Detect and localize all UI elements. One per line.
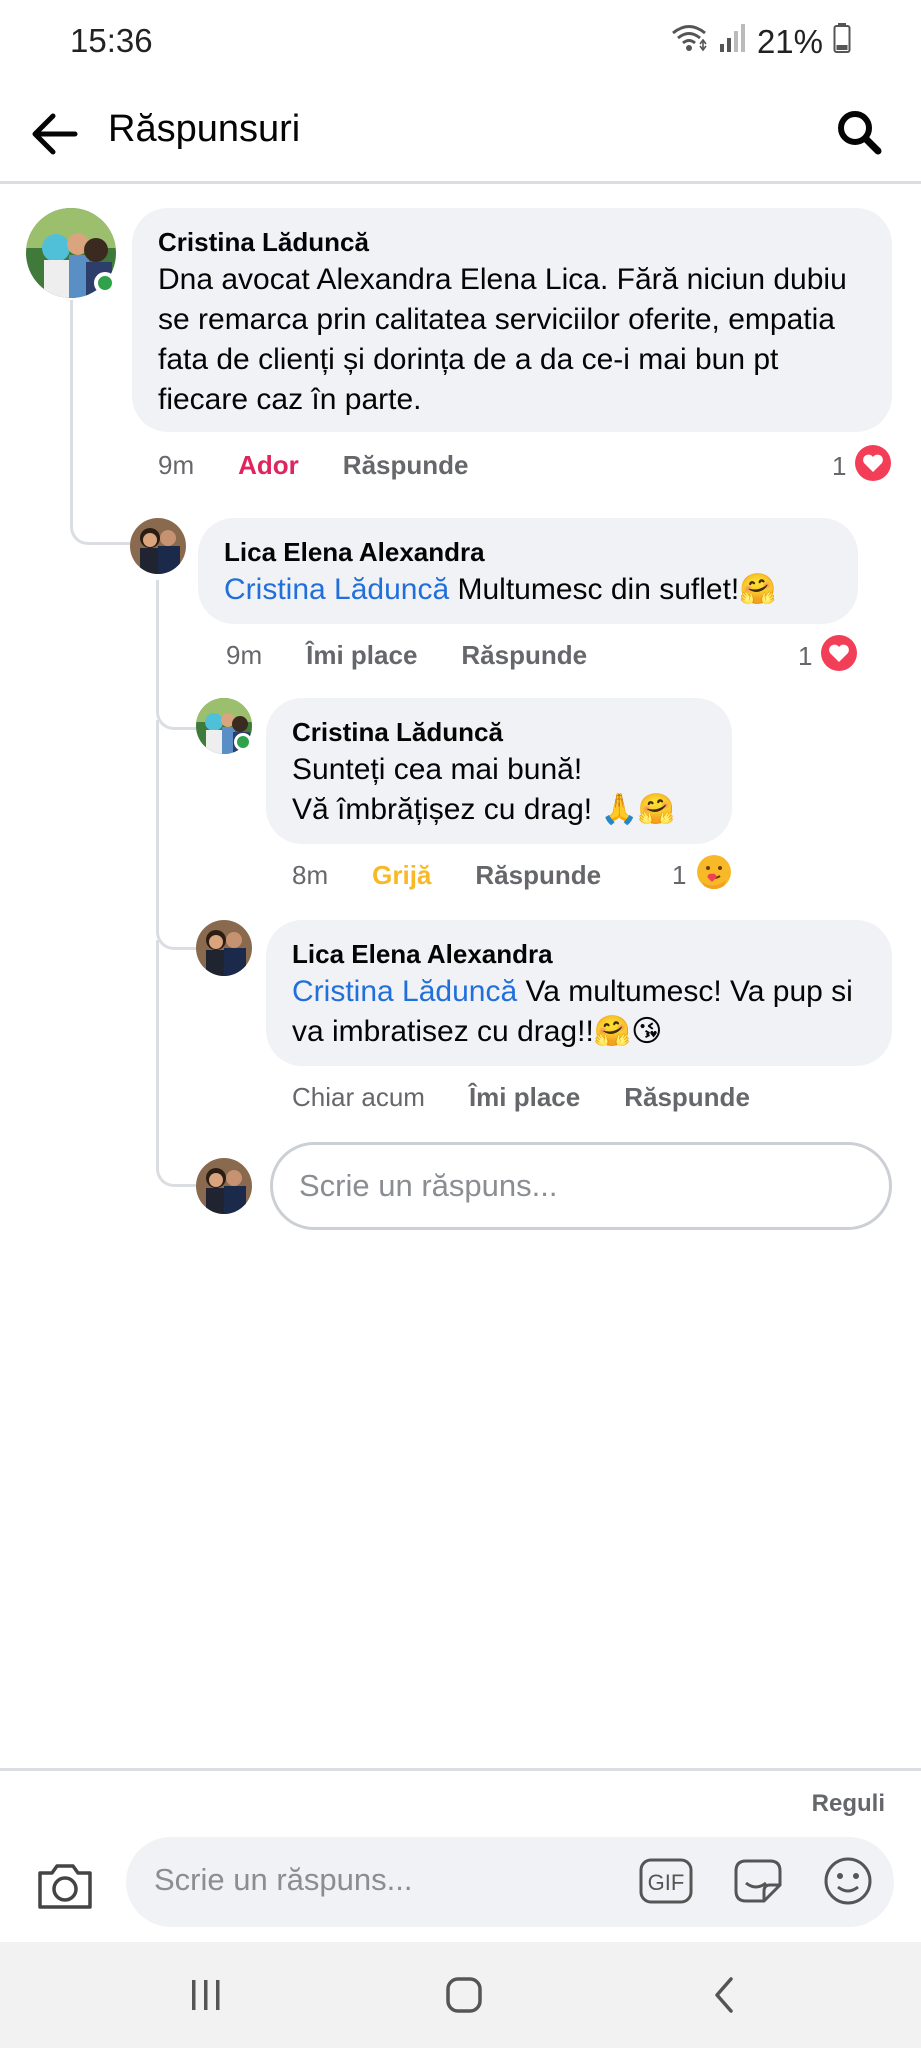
wifi-icon bbox=[669, 22, 709, 62]
reaction-count[interactable]: 1 bbox=[798, 634, 858, 679]
comment-composer[interactable]: Scrie un răspuns... GIF bbox=[126, 1837, 894, 1927]
search-button[interactable] bbox=[827, 102, 891, 166]
status-time: 15:36 bbox=[70, 22, 153, 59]
search-icon bbox=[835, 108, 883, 161]
battery-icon bbox=[833, 23, 851, 61]
reaction-count[interactable]: 1 bbox=[832, 444, 892, 489]
sticker-icon bbox=[730, 1855, 786, 1912]
comment-author[interactable]: Cristina Lăduncă bbox=[292, 714, 706, 750]
comment-text-line: Cristina Lăduncă Multumesc din suflet!🤗 bbox=[224, 570, 832, 610]
comment-author[interactable]: Lica Elena Alexandra bbox=[292, 936, 866, 972]
comment-bubble[interactable]: Cristina Lăduncă Sunteți cea mai bună! V… bbox=[266, 698, 732, 844]
comment-time: Chiar acum bbox=[292, 1082, 425, 1112]
care-emoji-icon bbox=[694, 852, 734, 899]
comment-actions: 9m Ador Răspunde bbox=[158, 450, 512, 481]
comment-author[interactable]: Cristina Lăduncă bbox=[158, 224, 866, 260]
comment-actions: 8m Grijă Răspunde bbox=[292, 860, 645, 891]
like-button[interactable]: Îmi place bbox=[306, 640, 417, 671]
reply-button[interactable]: Răspunde bbox=[624, 1082, 750, 1113]
reply-button[interactable]: Răspunde bbox=[475, 860, 601, 891]
signal-icon bbox=[719, 23, 747, 61]
heart-icon bbox=[820, 634, 858, 679]
comment-text-line: Cristina Lăduncă Va multumesc! Va pup si… bbox=[292, 972, 866, 1052]
gif-button[interactable]: GIF bbox=[638, 1855, 694, 1911]
emoji-icon bbox=[822, 1855, 874, 1912]
reaction-button[interactable]: Ador bbox=[238, 450, 299, 481]
system-nav-bar bbox=[0, 1942, 921, 2048]
comment-author[interactable]: Lica Elena Alexandra bbox=[224, 534, 832, 570]
thread-connector bbox=[156, 720, 196, 950]
back-nav-icon bbox=[709, 1975, 739, 2020]
online-indicator bbox=[234, 733, 252, 751]
back-nav-button[interactable] bbox=[694, 1972, 754, 2022]
comment-text: Dna avocat Alexandra Elena Lica. Fără ni… bbox=[158, 263, 847, 416]
comment-text: Multumesc din suflet!🤗 bbox=[457, 573, 777, 606]
comment-bubble[interactable]: Lica Elena Alexandra Cristina Lăduncă Mu… bbox=[198, 518, 858, 624]
back-button[interactable] bbox=[24, 106, 84, 166]
recent-apps-button[interactable] bbox=[176, 1972, 236, 2022]
comment-bubble[interactable]: Cristina Lăduncă Dna avocat Alexandra El… bbox=[132, 208, 892, 432]
comment-time: 8m bbox=[292, 860, 329, 890]
battery-percent: 21% bbox=[756, 23, 823, 60]
reaction-count[interactable]: 1 bbox=[672, 852, 734, 899]
gif-icon: GIF bbox=[638, 1857, 694, 1910]
home-icon bbox=[444, 1975, 484, 2020]
heart-icon bbox=[854, 444, 892, 489]
comment-time: 9m bbox=[158, 450, 195, 480]
recent-apps-icon bbox=[186, 1977, 226, 2018]
reply-input-placeholder: Scrie un răspuns... bbox=[299, 1168, 558, 1203]
svg-text:GIF: GIF bbox=[648, 1870, 685, 1895]
comment-time: 9m bbox=[226, 640, 263, 670]
comment-actions: 9m Îmi place Răspunde bbox=[226, 640, 631, 671]
reaction-count-value: 1 bbox=[798, 641, 813, 671]
reaction-button[interactable]: Grijă bbox=[372, 860, 431, 891]
online-indicator bbox=[94, 272, 116, 294]
app-header: Răspunsuri bbox=[0, 88, 921, 184]
avatar[interactable] bbox=[196, 920, 252, 976]
avatar[interactable] bbox=[130, 518, 186, 574]
like-button[interactable]: Îmi place bbox=[469, 1082, 580, 1113]
reaction-count-value: 1 bbox=[672, 860, 687, 890]
divider bbox=[0, 1768, 921, 1771]
camera-button[interactable] bbox=[30, 1858, 100, 1918]
thread-connector bbox=[156, 940, 196, 1187]
composer-placeholder: Scrie un răspuns... bbox=[154, 1862, 413, 1897]
arrow-left-icon bbox=[29, 112, 79, 161]
mention-link[interactable]: Cristina Lăduncă bbox=[224, 573, 449, 606]
rules-link[interactable]: Reguli bbox=[812, 1790, 885, 1818]
status-indicators: 21% bbox=[669, 22, 851, 62]
page-title: Răspunsuri bbox=[108, 108, 301, 150]
home-button[interactable] bbox=[434, 1972, 494, 2022]
mention-link[interactable]: Cristina Lăduncă bbox=[292, 975, 517, 1008]
camera-icon bbox=[36, 1861, 94, 1916]
avatar bbox=[196, 1158, 252, 1214]
comment-text: Sunteți cea mai bună! bbox=[292, 753, 583, 786]
sticker-button[interactable] bbox=[730, 1855, 786, 1911]
thread-connector bbox=[70, 300, 130, 545]
reply-input[interactable]: Scrie un răspuns... bbox=[270, 1142, 892, 1230]
comment-actions: Chiar acum Îmi place Răspunde bbox=[292, 1082, 794, 1113]
status-bar: 15:36 21% bbox=[0, 0, 921, 88]
reply-button[interactable]: Răspunde bbox=[461, 640, 587, 671]
reaction-count-value: 1 bbox=[832, 451, 847, 481]
emoji-button[interactable] bbox=[820, 1855, 876, 1911]
reply-button[interactable]: Răspunde bbox=[343, 450, 469, 481]
comment-bubble[interactable]: Lica Elena Alexandra Cristina Lăduncă Va… bbox=[266, 920, 892, 1066]
comment-text: Vă îmbrățișez cu drag! 🙏🤗 bbox=[292, 793, 676, 826]
